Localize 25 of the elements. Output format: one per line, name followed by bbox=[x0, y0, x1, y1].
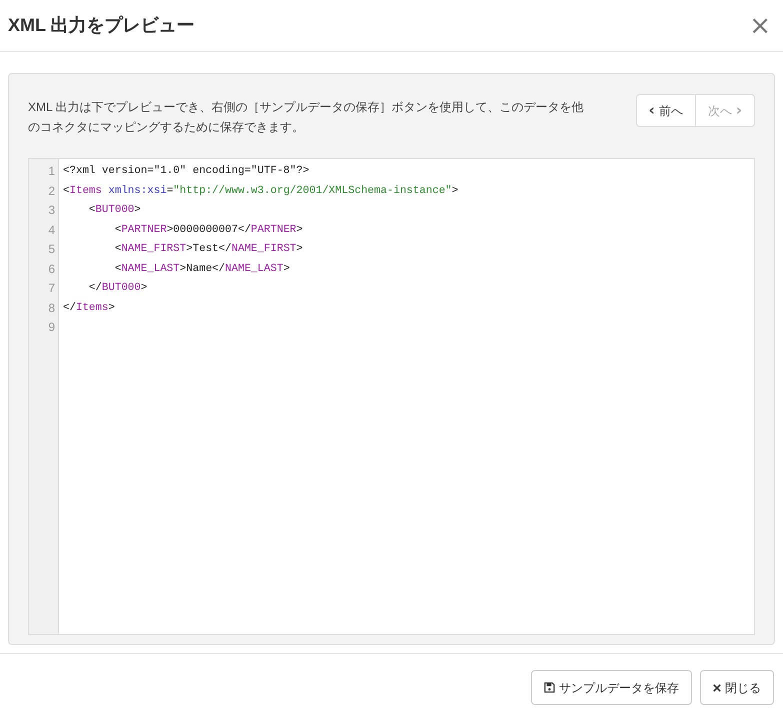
code-line: </BUT000> bbox=[88, 281, 148, 296]
code-editor[interactable] bbox=[28, 158, 755, 635]
code-line: </Items> bbox=[63, 300, 116, 316]
code-line: <PARTNER>0000000007</PARTNER> bbox=[114, 222, 304, 238]
line-number: 7 bbox=[48, 280, 55, 297]
save-sample-button[interactable]: サンプルデータを保存 bbox=[531, 670, 692, 705]
dialog-title: XML 出力をプレビュー bbox=[8, 14, 195, 37]
line-number: 9 bbox=[48, 319, 55, 336]
close-button[interactable]: × bbox=[749, 12, 771, 38]
code-line: <NAME_LAST>Name</NAME_LAST> bbox=[114, 262, 291, 276]
code-line: <NAME_FIRST>Test</NAME_FIRST> bbox=[114, 242, 304, 257]
code-line: <Items xmlns:xsi="http://www.w3.org/2001/XMLSchema-instance"> bbox=[63, 184, 458, 198]
line-number: 8 bbox=[48, 300, 55, 316]
line-number: 6 bbox=[48, 260, 55, 278]
previous-button[interactable]: ‹ 前へ bbox=[636, 95, 695, 126]
code-line: <BUT000> bbox=[88, 203, 142, 218]
code-line: <?xml version="1.0" encoding="UTF-8"?> bbox=[63, 164, 310, 179]
description-text: XML 出力は下でプレビューでき、右側の［サンプルデータの保存］ボタンを使用して、このデータを他のコネクタにマッピングするために保存できます。 bbox=[28, 99, 585, 136]
line-number: 5 bbox=[48, 241, 55, 258]
line-number: 2 bbox=[48, 182, 55, 200]
close-dialog-button[interactable]: 閉じる bbox=[700, 670, 774, 705]
line-number: 1 bbox=[48, 163, 55, 180]
close-icon bbox=[713, 684, 721, 692]
line-number: 4 bbox=[48, 222, 55, 238]
line-number: 3 bbox=[48, 202, 55, 219]
